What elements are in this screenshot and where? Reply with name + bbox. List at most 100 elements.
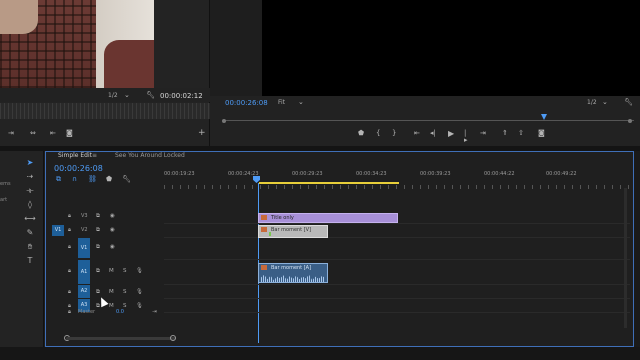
program-scrub-bar[interactable] xyxy=(224,120,634,121)
audio-waveform xyxy=(261,274,325,282)
program-fit-select[interactable]: Fit xyxy=(278,99,285,106)
program-zoom-select[interactable]: 1/2 xyxy=(587,99,597,106)
sync-lock-icon[interactable]: ⧉ xyxy=(96,227,100,234)
sync-lock-icon[interactable]: ⧉ xyxy=(96,268,100,275)
track-lane-v2[interactable] xyxy=(164,224,630,238)
program-timecode[interactable]: 00:00:26:08 xyxy=(225,99,268,107)
lock-icon[interactable]: 🔒︎ xyxy=(68,309,71,316)
razor-tool-icon[interactable]: ◊ xyxy=(24,199,36,211)
fx-badge-icon xyxy=(261,265,267,270)
chevron-down-icon[interactable]: ⌄ xyxy=(602,99,608,106)
solo-button[interactable]: S xyxy=(123,289,127,295)
track-lane-v1[interactable] xyxy=(164,238,630,260)
ruler-tick-label: 00:00:19:23 xyxy=(164,171,195,177)
add-marker-icon[interactable]: ⬟ xyxy=(106,176,112,183)
track-select-tool-icon[interactable]: ⇢ xyxy=(24,171,36,183)
type-tool-icon[interactable]: T xyxy=(24,255,36,267)
lift-icon[interactable]: ⇑ xyxy=(502,130,508,137)
timeline-horizontal-scrollbar[interactable] xyxy=(66,337,176,340)
wrench-icon[interactable]: 🔧︎ xyxy=(624,99,633,106)
extract-icon[interactable]: ⇧ xyxy=(518,130,524,137)
selection-tool-icon[interactable]: ➤ xyxy=(24,157,36,169)
zoom-scroll-end-handle[interactable] xyxy=(170,335,176,341)
track-target-a2[interactable]: A2 xyxy=(78,285,90,298)
chevron-down-icon[interactable]: ⌄ xyxy=(298,99,304,106)
mute-button[interactable]: M xyxy=(109,289,114,295)
marker-icon[interactable]: ⬟ xyxy=(358,130,364,137)
mark-in-icon[interactable]: { xyxy=(376,130,380,137)
pen-tool-icon[interactable]: ✎ xyxy=(24,227,36,239)
scrub-start-handle[interactable] xyxy=(222,119,226,123)
lock-icon[interactable]: 🔒︎ xyxy=(68,227,71,234)
sync-lock-icon[interactable]: ⧉ xyxy=(96,213,100,220)
tab-menu-icon[interactable]: ≡ xyxy=(92,152,97,159)
lock-icon[interactable]: 🔒︎ xyxy=(68,268,71,275)
camera-icon[interactable]: ◙ xyxy=(538,130,545,137)
overwrite-icon[interactable]: ⇔ xyxy=(30,130,36,137)
play-icon[interactable]: ▶ xyxy=(448,130,454,138)
fx-indicator-icon xyxy=(269,232,271,236)
insert-icon[interactable]: ⇥ xyxy=(8,130,14,137)
mute-button[interactable]: M xyxy=(109,268,114,274)
tracks-area: Title only Bar moment [V] Bar moment [A] xyxy=(164,207,630,327)
go-to-out-icon[interactable]: ⇥ xyxy=(480,130,486,137)
eye-icon[interactable]: ◉ xyxy=(110,244,115,250)
clip-label: Title only xyxy=(271,215,294,221)
timeline-vertical-scrollbar[interactable] xyxy=(624,188,627,328)
source-zoom-select[interactable]: 1/2 xyxy=(108,92,118,99)
timeline-timecode[interactable]: 00:00:26:08 xyxy=(54,164,103,173)
clip-label: Bar moment [A] xyxy=(271,265,312,271)
microphone-icon[interactable]: 🎙︎ xyxy=(136,289,143,295)
wrench-icon[interactable]: 🔧︎ xyxy=(146,92,155,99)
lock-icon[interactable]: 🔒︎ xyxy=(68,289,71,296)
mark-out-icon[interactable]: } xyxy=(392,130,396,137)
ruler-tick-label: 00:00:49:22 xyxy=(546,171,577,177)
microphone-icon[interactable]: 🎙︎ xyxy=(136,268,143,274)
track-lane-a1[interactable] xyxy=(164,260,630,285)
source-patch-v1[interactable]: V1 xyxy=(52,225,64,236)
step-back-icon[interactable]: ◂| xyxy=(430,130,436,137)
step-forward-icon[interactable]: |▸ xyxy=(464,130,468,144)
snap-icon[interactable]: ∩ xyxy=(72,176,77,183)
sync-lock-icon[interactable]: ⧉ xyxy=(96,244,100,251)
fx-badge-icon xyxy=(261,215,267,220)
add-button-icon[interactable]: + xyxy=(198,129,206,138)
scrub-end-handle[interactable] xyxy=(628,119,632,123)
lock-icon[interactable]: 🔒︎ xyxy=(68,244,71,251)
source-video-frame xyxy=(0,0,154,88)
source-transport-controls: ⇥ ⇔ ⇤ ◙ + xyxy=(0,128,210,142)
solo-button[interactable]: S xyxy=(123,268,127,274)
hand-tool-icon[interactable]: ✋︎ xyxy=(24,241,36,253)
ripple-edit-tool-icon[interactable]: ⟛ xyxy=(24,185,36,197)
go-to-in-icon[interactable]: ⇤ xyxy=(414,130,420,137)
insert-edit-icon[interactable]: ⇤ xyxy=(50,130,56,137)
tab-simple-edit[interactable]: Simple Edit xyxy=(58,152,92,159)
lock-icon[interactable]: 🔒︎ xyxy=(68,213,71,220)
linked-selection-icon[interactable]: ⛓︎ xyxy=(88,176,97,183)
work-area-bar[interactable] xyxy=(259,182,399,184)
track-lane-a2[interactable] xyxy=(164,285,630,299)
tab-see-you-around-locked[interactable]: See You Around Locked xyxy=(115,152,185,159)
slip-tool-icon[interactable]: ⟷ xyxy=(24,213,36,225)
track-name[interactable]: V2 xyxy=(81,227,88,233)
clip-title[interactable]: Title only xyxy=(258,213,398,223)
wrench-icon[interactable]: 🔧︎ xyxy=(122,176,131,183)
track-lane-a3[interactable] xyxy=(164,299,630,313)
camera-icon[interactable]: ◙ xyxy=(66,130,73,137)
clip-video[interactable]: Bar moment [V] xyxy=(258,225,328,238)
sync-lock-icon[interactable]: ⧉ xyxy=(96,289,100,296)
track-target-a1[interactable]: A1 xyxy=(78,260,90,284)
source-scrub-bar[interactable] xyxy=(0,103,210,119)
ruler-tick-label: 00:00:44:22 xyxy=(484,171,515,177)
nest-toggle-icon[interactable]: ⧉ xyxy=(56,176,61,183)
clip-audio[interactable]: Bar moment [A] xyxy=(258,263,328,283)
track-name[interactable]: V3 xyxy=(81,213,88,219)
eye-icon[interactable]: ◉ xyxy=(110,227,115,233)
eye-icon[interactable]: ◉ xyxy=(110,213,115,219)
go-to-end-icon[interactable]: ⇥ xyxy=(152,309,157,315)
chevron-down-icon[interactable]: ⌄ xyxy=(124,92,130,99)
track-target-v1[interactable]: V1 xyxy=(78,238,90,258)
master-volume-value[interactable]: 0.0 xyxy=(116,309,124,315)
source-monitor: 1/2 ⌄ 🔧︎ 00:00:02:12 ⇥ ⇔ ⇤ ◙ + xyxy=(0,0,210,146)
timeline-panel: Simple Edit ≡ See You Around Locked 00:0… xyxy=(45,151,634,347)
